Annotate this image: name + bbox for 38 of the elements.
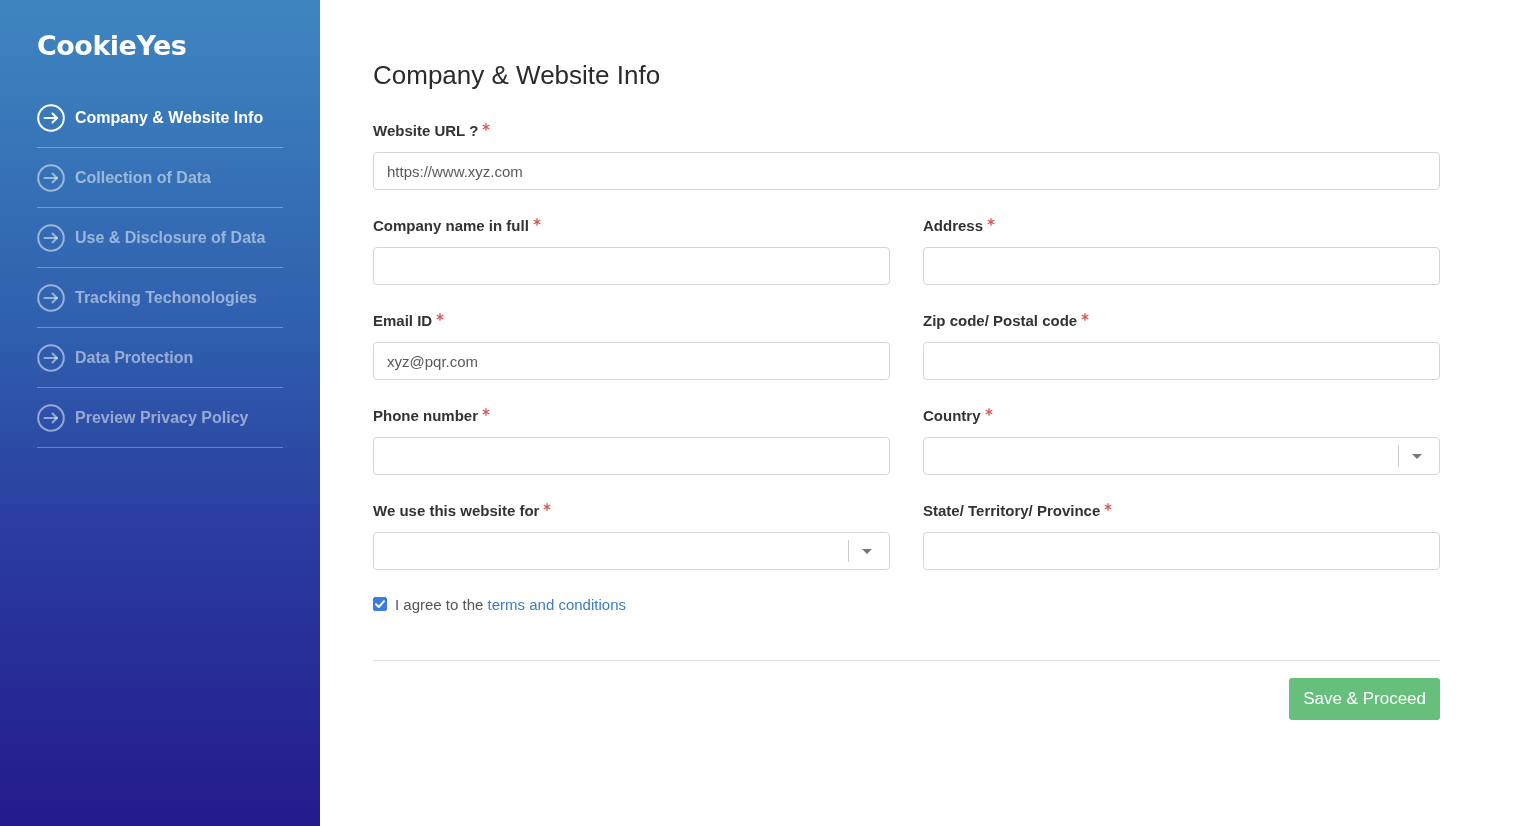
field-label: Website URL ? <box>373 121 479 139</box>
nav-item[interactable]: Use & Disclosure of Data <box>37 208 283 268</box>
input-field[interactable]: https://www.xyz.com <box>373 152 1440 190</box>
terms-link[interactable]: terms and conditions <box>487 595 626 613</box>
input-field[interactable] <box>923 247 1440 285</box>
nav-item[interactable]: Tracking Techonologies <box>37 268 283 328</box>
arrow-circle-icon <box>37 163 65 192</box>
arrow-circle-icon <box>37 283 65 312</box>
nav-item[interactable]: Collection of Data <box>37 148 283 208</box>
caret-icon <box>1412 453 1422 459</box>
nav-item[interactable]: Data Protection <box>37 328 283 388</box>
dropdown-field[interactable] <box>923 437 1440 475</box>
arrow-circle-icon <box>37 103 65 132</box>
input-field[interactable] <box>923 532 1440 570</box>
arrow-circle-icon <box>37 223 65 252</box>
arrow-circle-icon <box>37 403 65 432</box>
input-field[interactable] <box>373 247 890 285</box>
field-label: We use this website for <box>373 501 540 519</box>
field-label: Phone number <box>373 406 478 424</box>
input-field[interactable] <box>923 342 1440 380</box>
field-label: Country <box>923 406 981 424</box>
agreement-text: I agree to the terms and conditions <box>395 595 626 613</box>
input-field[interactable] <box>373 437 890 475</box>
field-label: Email ID <box>373 311 433 329</box>
caret-icon <box>862 548 872 554</box>
field-label: Zip code/ Postal code <box>923 311 1078 329</box>
nav-item[interactable]: Company & Website Info <box>37 88 283 148</box>
save-proceed-button[interactable]: Save & Proceed <box>1289 678 1440 720</box>
input-field[interactable]: xyz@pqr.com <box>373 342 890 380</box>
nav-item[interactable]: Preview Privacy Policy <box>37 388 283 448</box>
field-label: State/ Territory/ Province <box>923 501 1101 519</box>
page-title: Company & Website Info <box>373 59 662 91</box>
agree-checkbox[interactable] <box>373 597 387 611</box>
logo: CookieYes <box>37 30 187 62</box>
field-label: Company name in full <box>373 216 529 234</box>
arrow-circle-icon <box>37 343 65 372</box>
dropdown-field[interactable] <box>373 532 890 570</box>
field-label: Address <box>923 216 984 234</box>
